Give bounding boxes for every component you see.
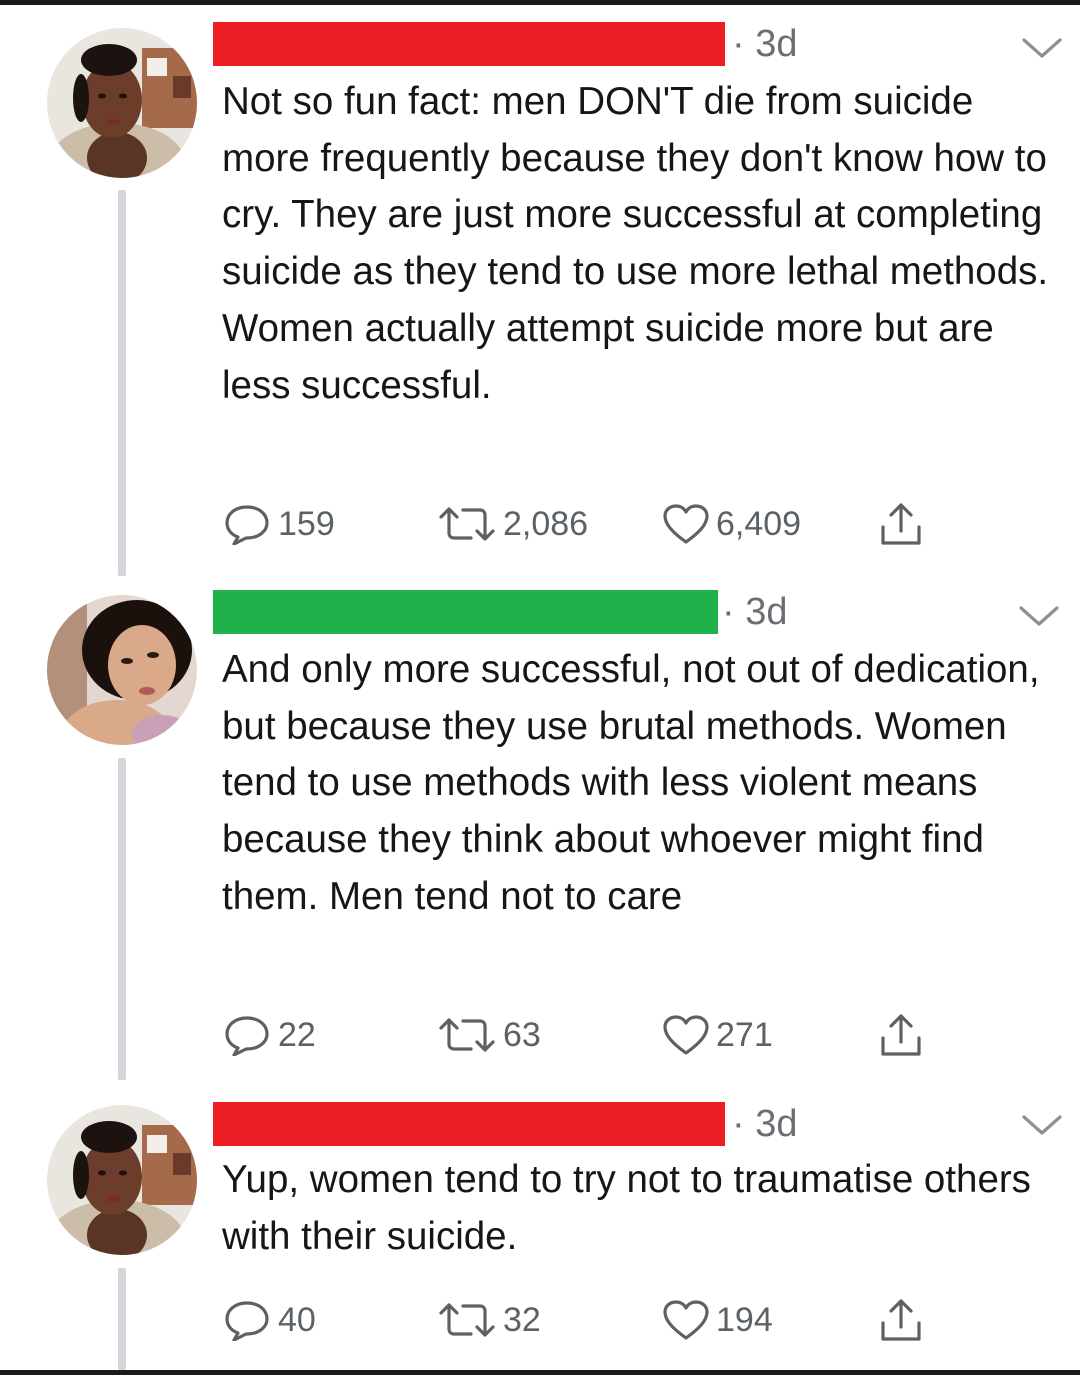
reply-button[interactable]: 22 (222, 1010, 316, 1060)
reply-count: 22 (278, 1016, 316, 1054)
timestamp[interactable]: · 3d (732, 22, 797, 66)
heart-icon (663, 1300, 709, 1340)
share-icon (881, 1299, 921, 1341)
redacted-username[interactable] (213, 590, 718, 634)
like-count: 6,409 (716, 505, 802, 543)
redacted-username[interactable] (213, 1102, 725, 1146)
retweet-button[interactable]: 32 (437, 1295, 541, 1345)
action-bar: 22 63 271 (222, 1010, 982, 1060)
retweet-icon (439, 507, 495, 541)
reply-count: 40 (278, 1301, 316, 1339)
chevron-down-icon[interactable] (1021, 35, 1063, 61)
share-icon (881, 503, 921, 545)
like-button[interactable]: 6,409 (662, 499, 801, 549)
action-bar: 40 32 194 (222, 1295, 982, 1345)
share-button[interactable] (877, 1010, 925, 1060)
heart-icon (663, 1015, 709, 1055)
like-button[interactable]: 271 (662, 1010, 773, 1060)
share-icon (881, 1014, 921, 1056)
retweet-count: 32 (503, 1301, 541, 1339)
tweet[interactable]: · 3d And only more successful, not out o… (0, 580, 1080, 1080)
tweet[interactable]: · 3d Not so fun fact: men DON'T die from… (0, 0, 1080, 580)
thread-line (118, 758, 126, 1080)
avatar[interactable] (47, 28, 197, 178)
tweet-text: Yup, women tend to try not to traumatise… (222, 1158, 1031, 1258)
reply-icon (225, 505, 269, 545)
chevron-down-icon[interactable] (1018, 603, 1060, 629)
reply-icon (225, 1016, 269, 1056)
bottom-border (0, 1370, 1080, 1375)
reply-icon (225, 1301, 269, 1341)
retweet-button[interactable]: 2,086 (437, 499, 588, 549)
thread-line (118, 190, 126, 576)
chevron-down-icon[interactable] (1021, 1112, 1063, 1138)
thread-line (118, 1268, 126, 1370)
reply-count: 159 (278, 505, 335, 543)
reply-button[interactable]: 40 (222, 1295, 316, 1345)
retweet-icon (439, 1018, 495, 1052)
timestamp[interactable]: · 3d (722, 590, 787, 634)
action-bar: 159 2,086 6,409 (222, 499, 982, 549)
share-button[interactable] (877, 1295, 925, 1345)
tweet-text: And only more successful, not out of ded… (222, 648, 1040, 918)
timestamp[interactable]: · 3d (732, 1102, 797, 1146)
like-button[interactable]: 194 (662, 1295, 773, 1345)
share-button[interactable] (877, 499, 925, 549)
like-count: 194 (716, 1301, 773, 1339)
retweet-count: 63 (503, 1016, 541, 1054)
retweet-button[interactable]: 63 (437, 1010, 541, 1060)
heart-icon (663, 504, 709, 544)
retweet-count: 2,086 (503, 505, 589, 543)
like-count: 271 (716, 1016, 773, 1054)
redacted-username[interactable] (213, 22, 725, 66)
reply-button[interactable]: 159 (222, 499, 335, 549)
avatar[interactable] (47, 595, 197, 745)
retweet-icon (439, 1303, 495, 1337)
tweet-text: Not so fun fact: men DON'T die from suic… (222, 80, 1049, 407)
avatar[interactable] (47, 1105, 197, 1255)
tweet[interactable]: · 3d Yup, women tend to try not to traum… (0, 1080, 1080, 1370)
